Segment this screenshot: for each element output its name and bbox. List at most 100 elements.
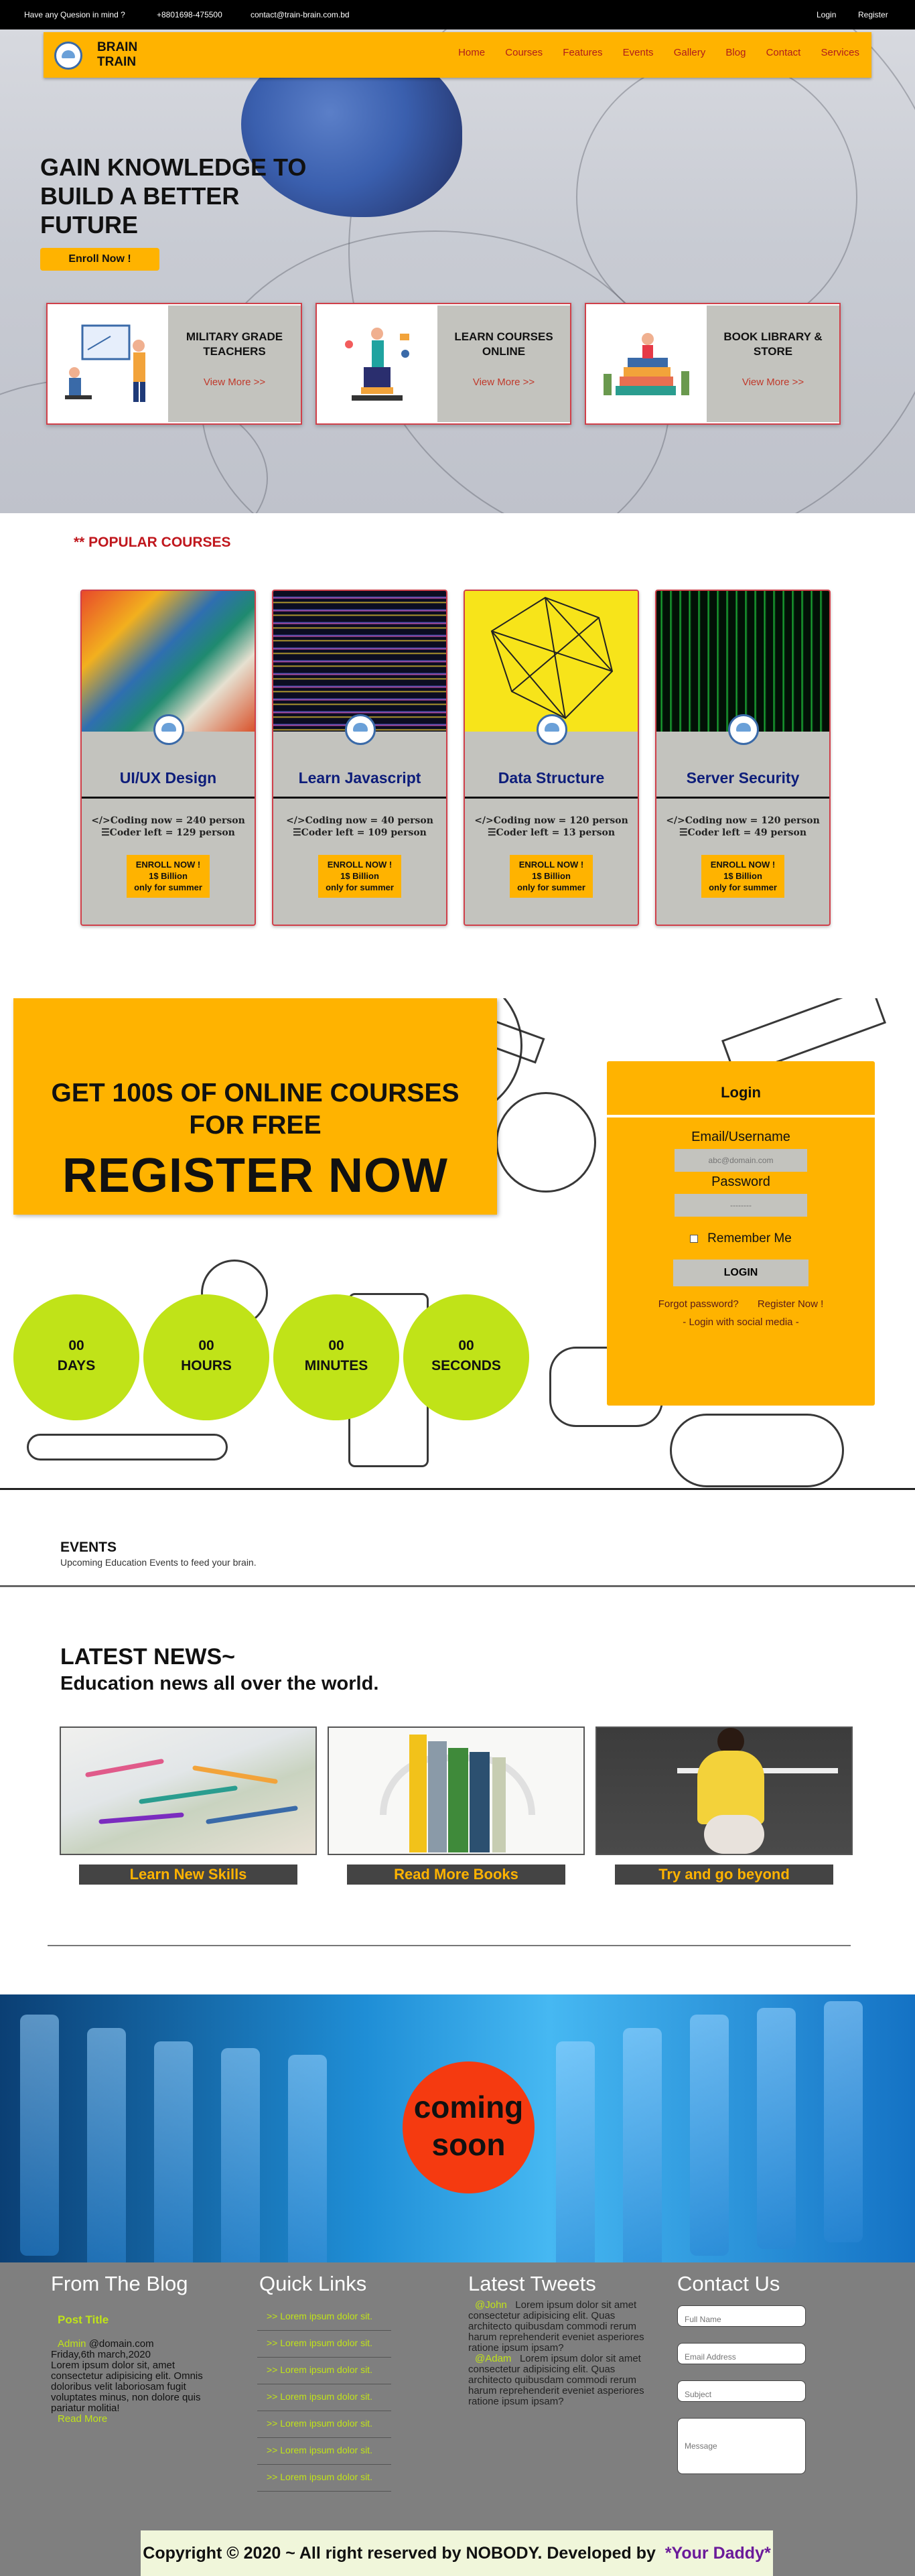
nav-item-home[interactable]: Home	[458, 47, 485, 58]
main-navbar: BRAIN TRAIN Home Courses Features Events…	[44, 32, 871, 78]
price-label: 1$ Billion	[723, 871, 762, 881]
tweet-handle[interactable]: @Adam	[475, 2353, 511, 2364]
full-name-input[interactable]	[677, 2305, 806, 2327]
quick-link[interactable]: >> Lorem ipsum dolor sit.	[257, 2331, 391, 2358]
course-card-data-structure[interactable]: Data Structure </>Coding now = 120 perso…	[464, 590, 639, 926]
news-label[interactable]: Read More Books	[347, 1865, 565, 1885]
events-title: EVENTS	[60, 1540, 117, 1555]
news-card-books[interactable]: Read More Books	[328, 1726, 585, 1885]
nav-item-courses[interactable]: Courses	[505, 47, 543, 58]
enroll-now-button[interactable]: ENROLL NOW ! 1$ Billion only for summer	[127, 855, 210, 898]
course-stats: </>Coding now = 120 person ☰Coder left =…	[465, 815, 638, 839]
social-login-link[interactable]: - Login with social media -	[607, 1316, 875, 1328]
divider	[465, 797, 638, 799]
news-card-skills[interactable]: Learn New Skills	[60, 1726, 317, 1885]
email-input[interactable]	[677, 2343, 806, 2364]
course-title[interactable]: Server Security	[656, 769, 829, 787]
email-text[interactable]: contact@train-brain.com.bd	[251, 10, 350, 19]
nav-item-contact[interactable]: Contact	[766, 47, 801, 58]
course-logo-icon	[345, 714, 376, 745]
message-textarea[interactable]	[677, 2418, 806, 2474]
course-logo-icon	[537, 714, 567, 745]
promo-line-1: GET 100S OF ONLINE COURSES	[51, 1079, 460, 1107]
countdown-unit: MINUTES	[304, 1358, 368, 1373]
top-register-link[interactable]: Register	[858, 10, 888, 19]
coder-left-text: Coder left = 129 person	[109, 827, 235, 838]
offer-label: only for summer	[134, 882, 202, 892]
tweet-handle[interactable]: @John	[475, 2299, 507, 2311]
phone-text[interactable]: +8801698-475500	[157, 10, 222, 19]
nav-item-services[interactable]: Services	[821, 47, 859, 58]
countdown-minutes: 00 MINUTES	[273, 1294, 399, 1420]
course-title[interactable]: Data Structure	[465, 769, 638, 787]
divider	[0, 1585, 915, 1587]
feature-card-library[interactable]: BOOK LIBRARY & STORE View More >>	[585, 303, 841, 425]
login-panel: Login Email/Username Password Remember M…	[607, 1061, 875, 1406]
feature-card-online[interactable]: LEARN COURSES ONLINE View More >>	[315, 303, 571, 425]
price-label: 1$ Billion	[149, 871, 188, 881]
view-more-link[interactable]: View More >>	[437, 377, 570, 388]
news-image	[328, 1726, 585, 1855]
post-date: Friday,6th march,2020	[51, 2349, 151, 2360]
tweets-list: @John Lorem ipsum dolor sit amet consect…	[468, 2300, 656, 2407]
course-card-javascript[interactable]: Learn Javascript </>Coding now = 40 pers…	[272, 590, 447, 926]
nav-item-blog[interactable]: Blog	[725, 47, 746, 58]
news-label[interactable]: Try and go beyond	[615, 1865, 833, 1885]
news-card-beyond[interactable]: Try and go beyond	[595, 1726, 853, 1885]
view-more-link[interactable]: View More >>	[168, 377, 301, 388]
course-card-uiux[interactable]: UI/UX Design </>Coding now = 240 person …	[80, 590, 256, 926]
course-card-server-security[interactable]: Server Security </>Coding now = 120 pers…	[655, 590, 831, 926]
course-logo-icon	[153, 714, 184, 745]
coding-now-text: Coding now = 120 person	[493, 815, 628, 826]
forgot-password-link[interactable]: Forgot password?	[658, 1298, 739, 1310]
login-button[interactable]: LOGIN	[673, 1260, 808, 1286]
news-image	[60, 1726, 317, 1855]
quick-link[interactable]: >> Lorem ipsum dolor sit.	[257, 2358, 391, 2384]
brand-name[interactable]: BRAIN TRAIN	[97, 40, 137, 70]
enroll-button[interactable]: Enroll Now !	[40, 248, 159, 271]
remember-checkbox[interactable]	[690, 1234, 699, 1243]
password-input[interactable]	[675, 1194, 807, 1217]
course-image	[465, 591, 638, 732]
divider	[48, 1945, 851, 1946]
post-title[interactable]: Post Title	[58, 2314, 218, 2325]
enroll-now-button[interactable]: ENROLL NOW ! 1$ Billion only for summer	[701, 855, 784, 898]
register-section: GET 100S OF ONLINE COURSES FOR FREE REGI…	[0, 998, 915, 1490]
username-input[interactable]	[675, 1149, 807, 1172]
quick-link[interactable]: >> Lorem ipsum dolor sit.	[257, 2465, 391, 2492]
divider	[273, 797, 446, 799]
enroll-now-button[interactable]: ENROLL NOW ! 1$ Billion only for summer	[318, 855, 401, 898]
offer-label: only for summer	[709, 882, 777, 892]
countdown-seconds: 00 SECONDS	[403, 1294, 529, 1420]
quick-link[interactable]: >> Lorem ipsum dolor sit.	[257, 2438, 391, 2465]
countdown-value: 00	[68, 1338, 84, 1353]
countdown-value: 00	[328, 1338, 344, 1353]
quick-link[interactable]: >> Lorem ipsum dolor sit.	[257, 2304, 391, 2331]
remember-label: Remember Me	[707, 1231, 792, 1245]
enroll-now-button[interactable]: ENROLL NOW ! 1$ Billion only for summer	[510, 855, 593, 898]
news-label[interactable]: Learn New Skills	[79, 1865, 297, 1885]
nav-item-gallery[interactable]: Gallery	[674, 47, 706, 58]
nav-item-events[interactable]: Events	[623, 47, 654, 58]
top-login-link[interactable]: Login	[817, 10, 836, 19]
course-title[interactable]: UI/UX Design	[82, 769, 255, 787]
countdown-unit: SECONDS	[431, 1358, 501, 1373]
nav-item-features[interactable]: Features	[563, 47, 602, 58]
course-title[interactable]: Learn Javascript	[273, 769, 446, 787]
view-more-link[interactable]: View More >>	[707, 377, 839, 388]
post-author[interactable]: Admin	[58, 2338, 86, 2350]
tweet: @Adam Lorem ipsum dolor sit amet consect…	[468, 2354, 656, 2407]
feature-card-teachers[interactable]: MILITARY GRADE TEACHERS View More >>	[46, 303, 302, 425]
register-now-text[interactable]: REGISTER NOW	[13, 1148, 497, 1203]
register-now-link[interactable]: Register Now !	[758, 1298, 823, 1310]
top-bar: Have any Quesion in mind ? +8801698-4755…	[0, 0, 915, 29]
logo-icon[interactable]	[54, 42, 82, 70]
subject-input[interactable]	[677, 2380, 806, 2402]
post-author-email: @domain.com	[88, 2338, 154, 2350]
quick-link[interactable]: >> Lorem ipsum dolor sit.	[257, 2411, 391, 2438]
developer-link[interactable]: *Your Daddy*	[665, 2544, 771, 2563]
quick-links-heading: Quick Links	[259, 2272, 367, 2295]
quick-link[interactable]: >> Lorem ipsum dolor sit.	[257, 2384, 391, 2411]
price-label: 1$ Billion	[532, 871, 571, 881]
read-more-link[interactable]: Read More	[58, 2414, 218, 2425]
